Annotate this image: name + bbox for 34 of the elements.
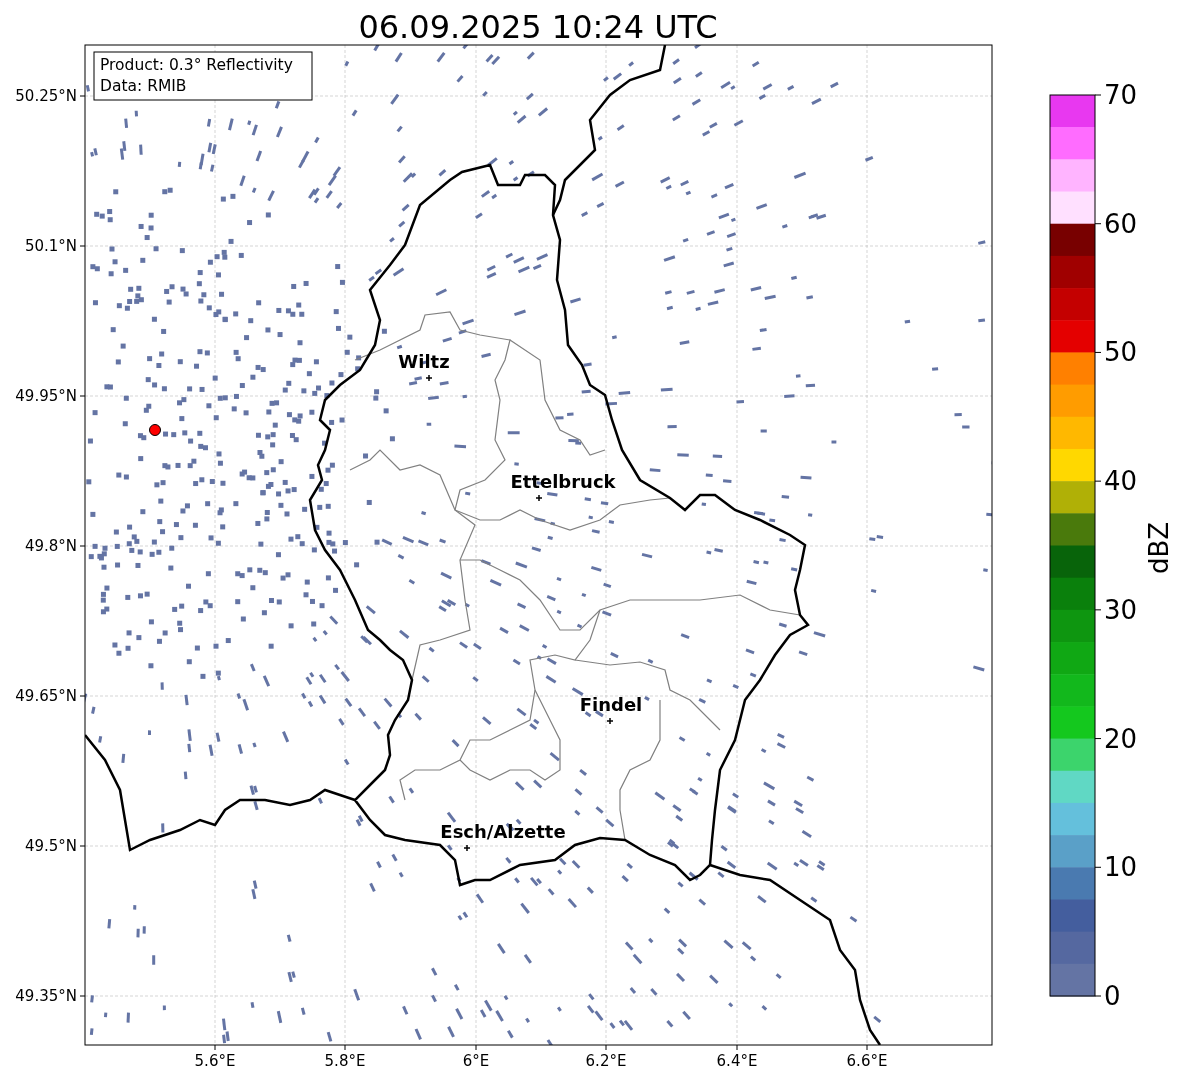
longitude-label: 6.4°E xyxy=(716,1052,758,1070)
city-label: Ettelbruck xyxy=(510,471,616,492)
colorbar-tick-label: 30 xyxy=(1104,594,1138,625)
latitude-label: 49.8°N xyxy=(24,537,77,555)
longitude-label: 6.6°E xyxy=(846,1052,888,1070)
city-label: Findel xyxy=(579,694,643,715)
city-marker-icon xyxy=(606,717,614,725)
latitude-label: 49.65°N xyxy=(15,687,77,705)
city-label: Esch/Alzette xyxy=(440,821,566,842)
longitude-label: 5.6°E xyxy=(194,1052,236,1070)
colorbar-tick-label: 20 xyxy=(1104,723,1138,754)
city-marker-icon xyxy=(535,494,543,502)
city-marker-icon xyxy=(425,374,433,382)
latitude-label: 49.35°N xyxy=(15,987,77,1005)
info-text: Data: RMIB xyxy=(100,77,187,95)
colorbar-tick-label: 0 xyxy=(1104,981,1121,1011)
colorbar-tick-label: 10 xyxy=(1104,852,1138,883)
latitude-label: 50.1°N xyxy=(24,237,77,255)
longitude-label: 5.8°E xyxy=(324,1052,366,1070)
city-marker-icon xyxy=(463,844,471,852)
longitude-label: 6.2°E xyxy=(585,1052,627,1070)
info-text: Product: 0.3° Reflectivity xyxy=(100,56,293,74)
city-label: Wiltz xyxy=(398,351,450,372)
colorbar-tick-label: 50 xyxy=(1104,337,1138,368)
colorbar-tick-label: 60 xyxy=(1104,208,1138,239)
longitude-label: 6°E xyxy=(462,1052,490,1070)
colorbar-tick-label: 40 xyxy=(1104,466,1138,497)
latitude-label: 49.95°N xyxy=(15,387,77,405)
colorbar-label: dBZ xyxy=(1144,521,1174,575)
latitude-label: 49.5°N xyxy=(24,837,77,855)
chart-title: 06.09.2025 10:24 UTC xyxy=(358,8,718,46)
latitude-label: 50.25°N xyxy=(15,87,77,105)
colorbar-tick-label: 70 xyxy=(1104,80,1138,110)
radar-site-marker xyxy=(149,424,161,436)
